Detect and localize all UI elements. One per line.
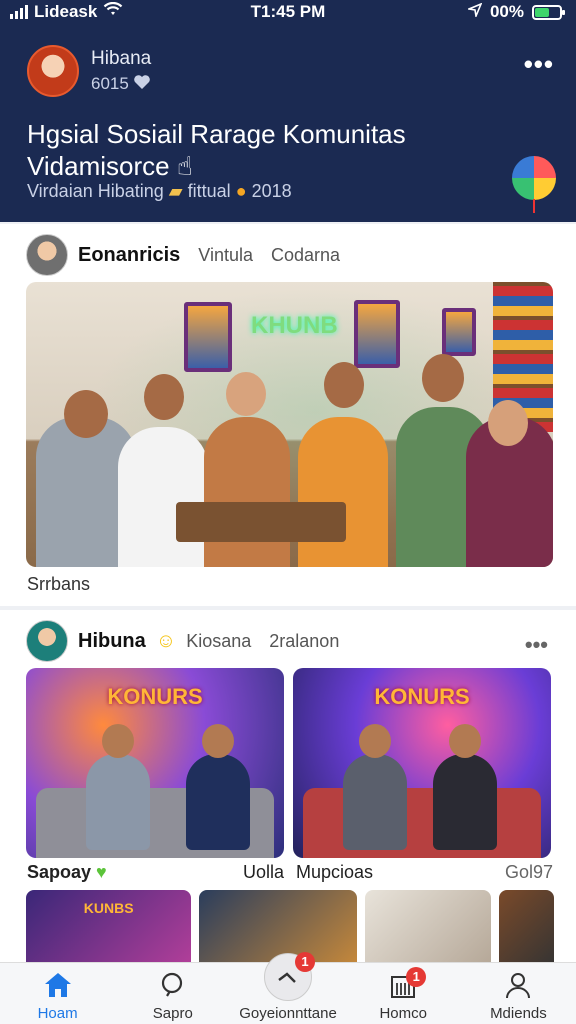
person <box>204 417 290 567</box>
person-head <box>144 374 184 420</box>
more-options-icon[interactable]: ••• <box>525 632 548 658</box>
tab-label: Hoam <box>37 1005 78 1022</box>
person-icon <box>503 971 533 1003</box>
row-meta: Mupcioas <box>296 862 374 882</box>
thumbnail[interactable] <box>498 890 554 970</box>
tab-search[interactable]: Sapro <box>115 963 230 1024</box>
heart-icon <box>133 74 151 95</box>
tab-share[interactable]: 1 Goyeionnttane <box>230 952 345 1024</box>
status-bar: Lideask T1:45 PM 00% <box>0 0 576 26</box>
person <box>118 427 208 567</box>
avatar[interactable] <box>27 45 79 97</box>
post-card-2: Hibuna ☺ Kiosana 2ralanon ••• KONURS KON… <box>0 610 576 970</box>
tab-home[interactable]: Hoam <box>0 963 115 1024</box>
heart-icon: ♥ <box>96 862 107 882</box>
person <box>433 724 497 850</box>
couch <box>303 788 541 858</box>
thumbnail[interactable]: KUNBS <box>26 890 192 970</box>
post-author[interactable]: Hibuna <box>78 630 146 653</box>
section-label: Sapoay ♥ <box>27 862 107 882</box>
post-photo[interactable]: KONURS <box>293 668 551 858</box>
post-caption: Srrbans <box>27 574 91 594</box>
page-title: Hgsial Sosiail Rarage Komunitas Vidamiso… <box>27 119 406 181</box>
tab-label: Homco <box>379 1005 427 1022</box>
battery-icon <box>532 4 565 20</box>
person <box>298 417 388 567</box>
building-icon: 1 <box>388 967 427 1003</box>
notification-badge: 1 <box>406 967 427 987</box>
person-head <box>324 362 364 408</box>
poster-frame <box>354 300 400 368</box>
post-header: Hibuna ☺ Kiosana 2ralanon <box>26 620 339 662</box>
header: Lideask T1:45 PM 00% Hibana 6015 ••• Hgs… <box>0 0 576 222</box>
thumbnail[interactable] <box>364 890 491 970</box>
post-meta: 2ralanon <box>269 630 340 651</box>
poster-frame <box>184 302 232 372</box>
tab-homco[interactable]: 1 Homco <box>346 963 461 1024</box>
coffee-table <box>176 502 346 542</box>
person <box>186 724 250 850</box>
neon-sign: KHUNB <box>251 312 338 339</box>
search-icon <box>158 971 188 1003</box>
avatar[interactable] <box>26 234 68 276</box>
row-meta: Gol97 <box>505 862 554 882</box>
box-emoji-icon: ▰ <box>168 181 183 201</box>
thumb-tag: KUNBS <box>83 900 134 916</box>
notification-badge: 1 <box>295 952 315 972</box>
person-head <box>226 372 266 416</box>
post-photo[interactable]: KONURS <box>26 668 284 858</box>
person <box>86 724 150 850</box>
home-icon <box>43 971 73 1003</box>
post-meta: Vintula <box>198 244 253 265</box>
hand-emoji-icon: ☝ <box>176 151 193 181</box>
poster-frame <box>442 308 476 356</box>
post-card-1: Eonanricis Vintula Codarna KHUNB Srrbans <box>0 224 576 606</box>
profile-name: Hibana <box>91 47 152 69</box>
person <box>343 724 407 850</box>
smile-emoji-icon: ☺ <box>155 629 177 652</box>
post-photo[interactable]: KHUNB <box>26 282 553 567</box>
share-icon: 1 <box>264 952 315 1001</box>
profile-block[interactable]: Hibana 6015 <box>27 45 151 97</box>
face-emoji-icon: ● <box>235 181 247 201</box>
post-meta: Kiosana <box>186 630 252 651</box>
avatar[interactable] <box>26 620 68 662</box>
tab-bar: Hoam Sapro 1 Goyeionnttane 1 Homco Mdien… <box>0 952 576 1024</box>
tab-friends[interactable]: Mdiends <box>461 963 576 1024</box>
row-meta: Uolla <box>243 862 285 882</box>
post-author[interactable]: Eonanricis <box>78 244 180 267</box>
profile-sub: 6015 <box>91 74 129 93</box>
location-icon <box>466 2 483 22</box>
tab-label: Goyeionnttane <box>239 1005 337 1022</box>
neon-sign: KONURS <box>374 684 470 709</box>
post-meta: Codarna <box>270 244 341 265</box>
tab-label: Mdiends <box>490 1005 547 1022</box>
person-head <box>488 400 528 446</box>
balloon-icon <box>512 156 556 213</box>
page-subtitle: Virdaian Hibating ▰ fittual ● 2018 <box>27 181 292 201</box>
person-head <box>422 354 464 402</box>
person-head <box>64 390 108 438</box>
post-header: Eonanricis Vintula Codarna <box>26 234 340 276</box>
tab-label: Sapro <box>152 1005 193 1022</box>
neon-sign: KONURS <box>107 684 203 709</box>
battery-percent: 00% <box>489 2 524 21</box>
more-options-icon[interactable]: ••• <box>524 51 554 77</box>
